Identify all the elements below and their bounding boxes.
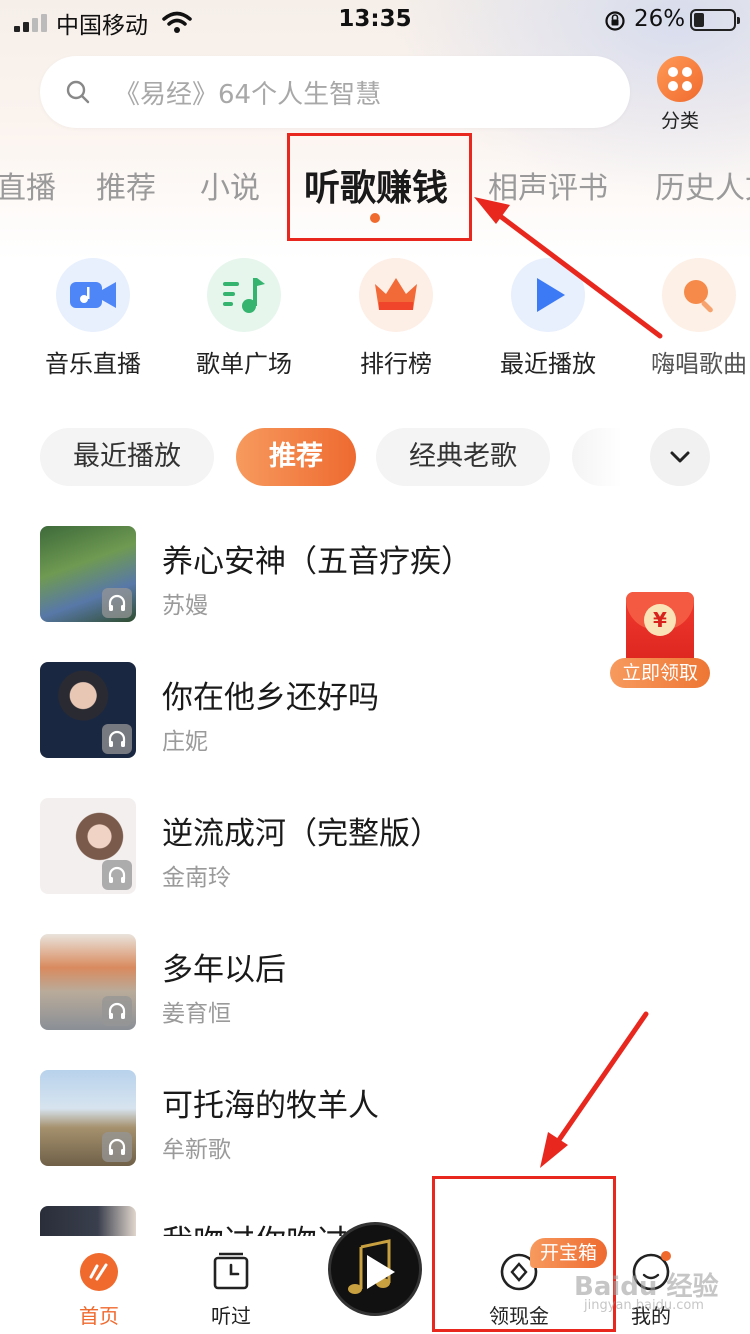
song-artist: 苏嫚 xyxy=(162,593,208,619)
watermark-url: jingyan.baidu.com xyxy=(584,1298,704,1313)
quick-charts[interactable]: 排行榜 xyxy=(331,258,461,379)
song-item[interactable]: 可托海的牧羊人 牟新歌 xyxy=(40,1070,600,1166)
quick-playlist-square[interactable]: 歌单广场 xyxy=(179,258,309,379)
battery-icon xyxy=(690,9,740,31)
song-cover xyxy=(40,1206,136,1236)
battery-percent: 26% xyxy=(634,6,686,32)
filter-recommend[interactable]: 推荐 xyxy=(236,428,356,486)
crown-icon xyxy=(359,258,433,332)
headphone-icon xyxy=(102,1132,132,1162)
status-bar: 中国移动 13:35 26% xyxy=(0,0,750,44)
headphone-icon xyxy=(102,860,132,890)
quick-label: 嗨唱歌曲 xyxy=(651,350,747,378)
nav-history[interactable]: 听过 xyxy=(186,1252,276,1329)
category-label: 分类 xyxy=(660,110,699,132)
song-cover xyxy=(40,662,136,758)
song-title: 我吻过你吻过 xyxy=(162,1216,348,1236)
song-cover xyxy=(40,934,136,1030)
song-item[interactable]: 你在他乡还好吗 庄妮 xyxy=(40,662,600,758)
song-item[interactable]: 逆流成河（完整版） 金南玲 xyxy=(40,798,600,894)
song-title: 逆流成河（完整版） xyxy=(162,816,441,852)
filter-recent[interactable]: 最近播放 xyxy=(40,428,214,486)
song-title: 多年以后 xyxy=(162,952,286,988)
microphone-icon xyxy=(662,258,736,332)
song-cover xyxy=(40,798,136,894)
chevron-down-icon xyxy=(670,451,690,463)
playlist-icon xyxy=(207,258,281,332)
tab-crosstalk[interactable]: 相声评书 xyxy=(488,163,608,207)
clock-icon xyxy=(211,1252,251,1292)
play-icon xyxy=(367,1255,395,1289)
song-artist: 姜育恒 xyxy=(162,1001,231,1027)
quick-label: 歌单广场 xyxy=(196,350,292,378)
play-icon xyxy=(511,258,585,332)
tab-live[interactable]: 直播 xyxy=(0,163,56,207)
headphone-icon xyxy=(102,996,132,1026)
player-button[interactable] xyxy=(328,1222,422,1316)
search-placeholder: 《易经》64个人生智慧 xyxy=(114,80,382,110)
song-item[interactable]: 养心安神（五音疗疾） 苏嫚 xyxy=(40,526,600,622)
quick-music-live[interactable]: 音乐直播 xyxy=(28,258,158,379)
filter-overflow-fade xyxy=(572,428,622,486)
red-packet-button[interactable]: ¥ 立即领取 xyxy=(610,590,710,700)
song-artist: 庄妮 xyxy=(162,729,208,755)
category-grid-icon xyxy=(657,56,703,102)
tab-recommend[interactable]: 推荐 xyxy=(96,163,156,207)
song-cover xyxy=(40,526,136,622)
quick-label: 排行榜 xyxy=(360,350,432,378)
video-camera-icon xyxy=(56,258,130,332)
search-icon xyxy=(66,80,90,104)
nav-label: 首页 xyxy=(79,1304,119,1328)
song-item[interactable]: 多年以后 姜育恒 xyxy=(40,934,600,1030)
quick-label: 音乐直播 xyxy=(45,350,141,378)
song-title: 可托海的牧羊人 xyxy=(162,1088,379,1124)
red-packet-label: 立即领取 xyxy=(610,658,710,688)
tab-history[interactable]: 历史人文 xyxy=(655,163,750,207)
filter-classic-oldies[interactable]: 经典老歌 xyxy=(376,428,550,486)
filter-expand-button[interactable] xyxy=(650,428,710,486)
annotation-highlight-tab xyxy=(287,133,472,241)
song-artist: 牟新歌 xyxy=(162,1137,231,1163)
song-artist: 金南玲 xyxy=(162,865,231,891)
notification-dot xyxy=(661,1251,671,1261)
yuan-coin-icon: ¥ xyxy=(644,604,676,636)
headphone-icon xyxy=(102,588,132,618)
rotation-lock-icon xyxy=(605,11,625,31)
song-title: 养心安神（五音疗疾） xyxy=(162,544,472,580)
song-cover xyxy=(40,1070,136,1166)
search-bar[interactable]: 《易经》64个人生智慧 xyxy=(40,56,630,128)
song-title: 你在他乡还好吗 xyxy=(162,680,379,716)
nav-home[interactable]: 首页 xyxy=(54,1252,144,1329)
tab-novel[interactable]: 小说 xyxy=(200,163,260,207)
quick-recent-play[interactable]: 最近播放 xyxy=(483,258,613,379)
home-icon xyxy=(79,1252,119,1292)
headphone-icon xyxy=(102,724,132,754)
quick-karaoke[interactable]: 嗨唱歌曲 xyxy=(634,258,750,379)
nav-label: 听过 xyxy=(211,1304,251,1328)
category-button[interactable]: 分类 xyxy=(652,56,708,133)
quick-label: 最近播放 xyxy=(500,350,596,378)
